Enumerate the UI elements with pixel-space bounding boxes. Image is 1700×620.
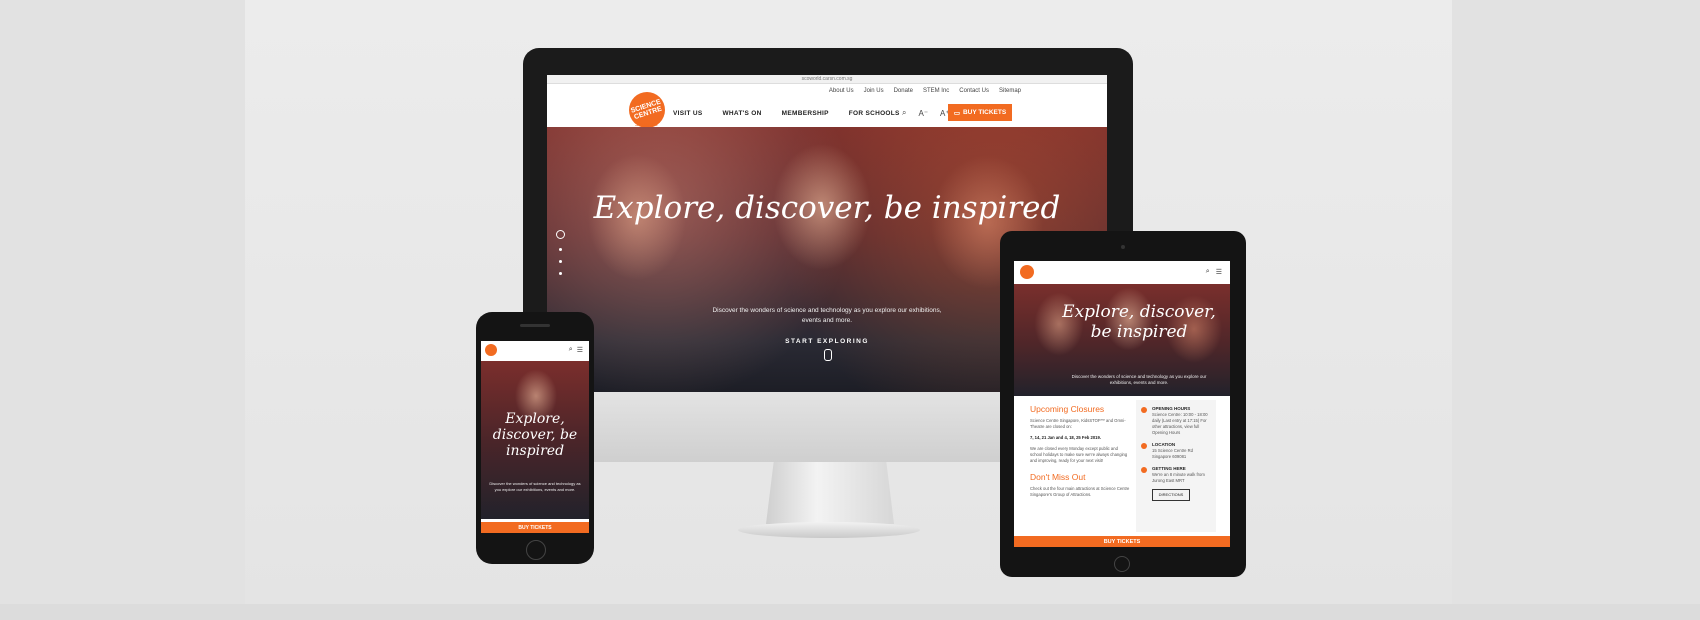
train-icon xyxy=(1141,467,1147,473)
scroll-mouse-icon[interactable] xyxy=(824,349,832,361)
phone-buy-tickets-button[interactable]: BUY TICKETS xyxy=(481,522,589,533)
util-link-donate[interactable]: Donate xyxy=(894,88,913,94)
phone-hero: Explore, discover, be inspired Discover … xyxy=(481,361,589,519)
util-link-sitemap[interactable]: Sitemap xyxy=(999,88,1021,94)
ticket-icon: ▭ xyxy=(953,109,960,117)
phone-header-tools: ⌕ ☰ xyxy=(569,346,583,354)
opening-hours-text: Science Centre: 10:00 - 18:00 daily (Las… xyxy=(1152,412,1208,435)
util-link-about[interactable]: About Us xyxy=(829,88,854,94)
util-link-contact[interactable]: Contact Us xyxy=(959,88,989,94)
phone-header: ⌕ ☰ xyxy=(481,341,589,361)
nav-for-schools[interactable]: FOR SCHOOLS xyxy=(849,110,900,117)
phone-hero-subtitle: Discover the wonders of science and tech… xyxy=(489,481,581,492)
clock-icon xyxy=(1141,407,1147,413)
search-icon[interactable]: ⌕ xyxy=(569,346,573,354)
mockup-stage: scoworld.carsn.com.sg About Us Join Us D… xyxy=(0,0,1700,620)
tablet-buy-tickets-label: BUY TICKETS xyxy=(1103,538,1141,545)
utility-nav: About Us Join Us Donate STEM Inc Contact… xyxy=(547,84,1107,98)
tablet-device: ⌕ ☰ Explore, discover, be inspired Disco… xyxy=(1000,231,1246,577)
monitor-stand-base xyxy=(738,522,920,538)
getting-here-block: GETTING HERE We're an 8 minute walk from… xyxy=(1136,460,1216,484)
getting-here-text: We're an 8 minute walk from Jurong East … xyxy=(1152,472,1205,483)
buy-tickets-button[interactable]: ▭ BUY TICKETS xyxy=(948,104,1012,121)
floor-strip xyxy=(0,604,1700,620)
tablet-screen: ⌕ ☰ Explore, discover, be inspired Disco… xyxy=(1014,261,1230,547)
logo-text: SCIENCE CENTRE xyxy=(630,98,663,122)
tablet-home-button[interactable] xyxy=(1114,556,1130,572)
tablet-news-column: Upcoming Closures Science Centre Singapo… xyxy=(1030,404,1130,503)
slide-dot[interactable] xyxy=(559,272,562,275)
nav-whats-on[interactable]: WHAT'S ON xyxy=(723,110,762,117)
hero-title: Explore, discover, be inspired xyxy=(593,190,1061,226)
hero-subtitle: Discover the wonders of science and tech… xyxy=(712,307,942,324)
location-block: LOCATION 15 Science Centre Rd Singapore … xyxy=(1136,436,1216,460)
location-text: 15 Science Centre Rd Singapore 609081 xyxy=(1152,448,1193,459)
phone-screen: ⌕ ☰ Explore, discover, be inspired Disco… xyxy=(481,341,589,533)
buy-tickets-label: BUY TICKETS xyxy=(962,109,1007,116)
phone-logo[interactable] xyxy=(485,344,497,356)
background-panel-right xyxy=(1452,0,1700,604)
tablet-info-panel: OPENING HOURS Science Centre: 10:00 - 18… xyxy=(1136,400,1216,532)
closures-heading: Upcoming Closures xyxy=(1030,404,1105,414)
browser-address-bar[interactable]: scoworld.carsn.com.sg xyxy=(547,75,1107,84)
tablet-header-tools: ⌕ ☰ xyxy=(1206,268,1222,276)
closures-dates: 7, 14, 21 Jan and 4, 18, 25 Feb 2019. xyxy=(1030,435,1101,440)
hamburger-menu-icon[interactable]: ☰ xyxy=(577,346,583,354)
url-text: scoworld.carsn.com.sg xyxy=(801,76,853,82)
phone-hero-title: Explore, discover, be inspired xyxy=(492,411,578,459)
tablet-hero-subtitle: Discover the wonders of science and tech… xyxy=(1071,374,1207,385)
slide-dot[interactable] xyxy=(559,260,562,263)
search-icon[interactable]: ⌕ xyxy=(1206,268,1210,276)
background-panel-left xyxy=(0,0,245,604)
search-icon[interactable]: ⌕ xyxy=(902,108,906,118)
slide-indicators[interactable] xyxy=(556,230,565,275)
tablet-camera xyxy=(1121,245,1125,249)
phone-device: ⌕ ☰ Explore, discover, be inspired Disco… xyxy=(476,312,594,564)
closures-text: Science Centre Singapore, KidsSTOP™ and … xyxy=(1030,418,1126,429)
tablet-hero: Explore, discover, be inspired Discover … xyxy=(1014,284,1230,396)
phone-buy-tickets-label: BUY TICKETS xyxy=(518,524,552,531)
primary-nav-links: VISIT US WHAT'S ON MEMBERSHIP FOR SCHOOL… xyxy=(673,110,900,117)
tablet-hero-title: Explore, discover, be inspired xyxy=(1062,302,1216,342)
tablet-buy-tickets-button[interactable]: BUY TICKETS xyxy=(1014,536,1230,547)
phone-home-button[interactable] xyxy=(526,540,546,560)
directions-button[interactable]: DIRECTIONS xyxy=(1152,489,1190,501)
dont-miss-heading: Don't Miss Out xyxy=(1030,472,1086,482)
directions-label: DIRECTIONS xyxy=(1158,492,1184,497)
font-decrease-button[interactable]: A⁻ xyxy=(918,109,928,118)
opening-hours-block: OPENING HOURS Science Centre: 10:00 - 18… xyxy=(1136,400,1216,436)
util-link-stem[interactable]: STEM Inc xyxy=(923,88,949,94)
dont-miss-text: Check out the four main attractions at S… xyxy=(1030,486,1130,497)
nav-tools: ⌕ A⁻ A⁺ xyxy=(902,108,950,118)
closures-note: We are closed every Monday except public… xyxy=(1030,446,1128,463)
location-pin-icon xyxy=(1141,443,1147,449)
nav-visit-us[interactable]: VISIT US xyxy=(673,110,703,117)
nav-membership[interactable]: MEMBERSHIP xyxy=(782,110,829,117)
hamburger-menu-icon[interactable]: ☰ xyxy=(1216,268,1222,276)
monitor-stand xyxy=(766,462,894,524)
util-link-join[interactable]: Join Us xyxy=(864,88,884,94)
tablet-header: ⌕ ☰ xyxy=(1014,261,1230,285)
tablet-logo[interactable] xyxy=(1020,265,1034,279)
slide-dot-active[interactable] xyxy=(556,230,565,239)
tablet-content: Upcoming Closures Science Centre Singapo… xyxy=(1014,396,1230,536)
phone-speaker xyxy=(520,324,550,327)
main-nav: SCIENCE CENTRE Singapore VISIT US WHAT'S… xyxy=(547,92,1107,128)
slide-dot[interactable] xyxy=(559,248,562,251)
